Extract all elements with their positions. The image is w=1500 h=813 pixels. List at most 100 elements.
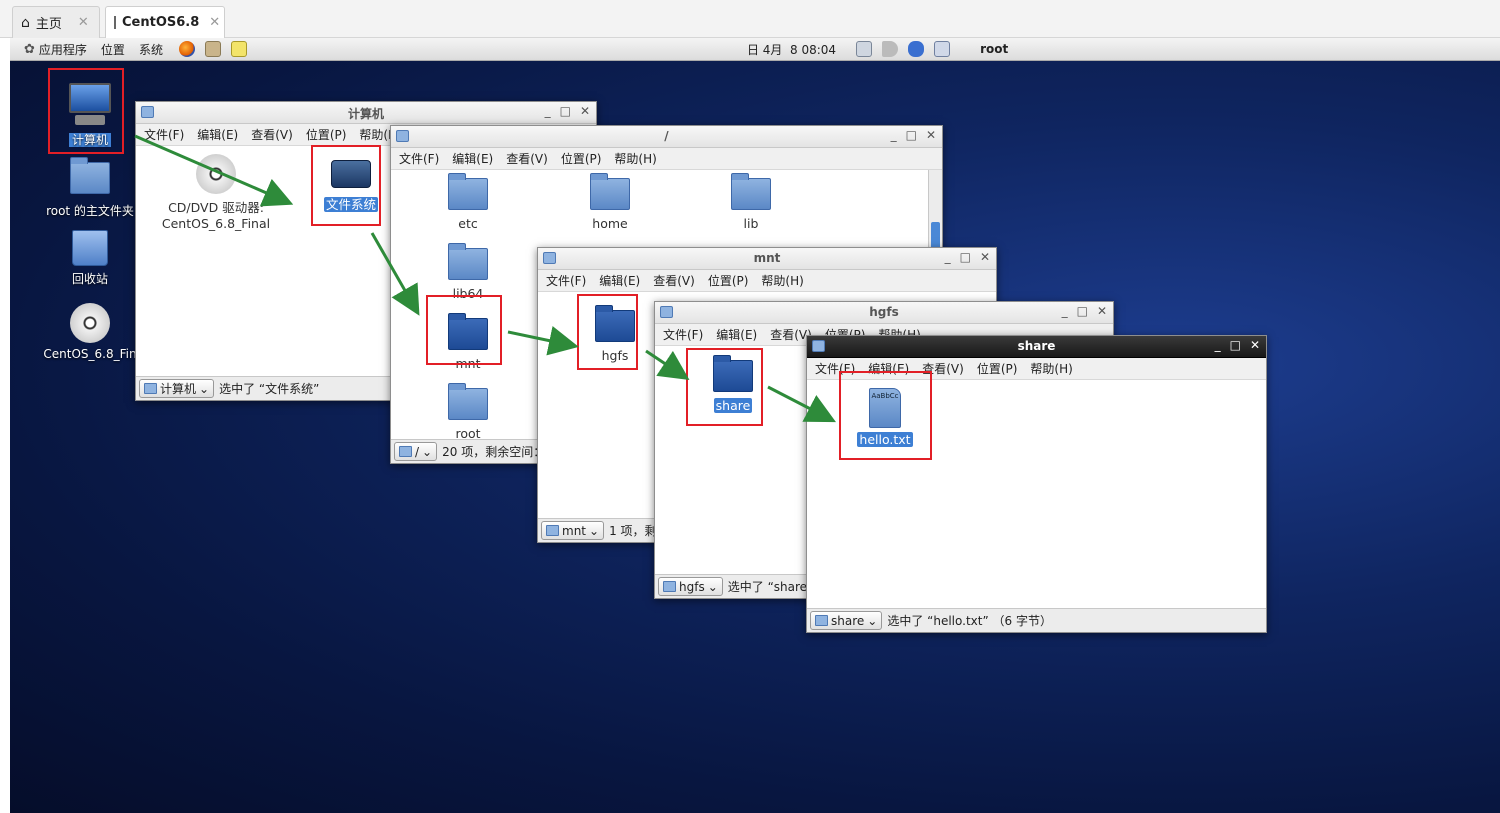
menu-places[interactable]: 位置(P) — [977, 360, 1018, 377]
menu-file[interactable]: 文件(F) — [546, 272, 586, 289]
folder-icon — [546, 525, 559, 536]
volume-icon[interactable] — [882, 41, 899, 57]
menu-file[interactable]: 文件(F) — [663, 326, 703, 343]
menu-view[interactable]: 查看(V) — [653, 272, 695, 289]
close-icon[interactable]: ✕ — [1097, 304, 1107, 318]
location-label: / — [415, 444, 420, 459]
network-icon[interactable] — [856, 41, 873, 57]
desktop-icon-trash[interactable]: 回收站 — [35, 230, 145, 287]
maximize-icon[interactable]: □ — [560, 104, 571, 118]
menu-view[interactable]: 查看(V) — [506, 150, 548, 167]
desktop-icon-dvd[interactable]: CentOS_6.8_Fin — [35, 303, 145, 361]
menu-file[interactable]: 文件(F) — [144, 126, 184, 143]
desktop-label-computer: 计算机 — [68, 133, 111, 147]
item-hello-txt[interactable]: AaBbCc hello.txt — [837, 388, 933, 447]
close-icon[interactable]: ✕ — [580, 104, 590, 118]
item-etc[interactable]: etc — [420, 173, 516, 231]
gnome-foot-icon: ✿ — [24, 41, 35, 57]
menu-edit[interactable]: 编辑(E) — [716, 326, 757, 343]
close-icon[interactable]: ✕ — [78, 15, 89, 30]
menu-edit[interactable]: 编辑(E) — [599, 272, 640, 289]
tab-centos[interactable]: CentOS6.8 ✕ — [105, 6, 225, 38]
applications-menu[interactable]: ✿ 应用程序 — [24, 41, 87, 58]
status-text: 选中了 “hello.txt” （6 字节） — [887, 614, 1052, 628]
harddisk-icon — [331, 160, 371, 188]
minimize-icon[interactable]: _ — [945, 250, 951, 264]
menu-places[interactable]: 位置(P) — [306, 126, 347, 143]
item-label: hello.txt — [857, 432, 913, 447]
minimize-icon[interactable]: _ — [891, 128, 897, 142]
item-dvd-label-2: CentOS_6.8_Final — [161, 216, 271, 231]
location-button[interactable]: / ⌄ — [394, 442, 438, 461]
user-menu[interactable]: root — [980, 42, 1008, 56]
location-button[interactable]: share ⌄ — [810, 611, 883, 630]
location-button[interactable]: mnt ⌄ — [541, 521, 605, 540]
item-dvd[interactable]: CD/DVD 驱动器: CentOS_6.8_Final — [161, 154, 271, 231]
menu-places[interactable]: 位置(P) — [561, 150, 602, 167]
menu-help[interactable]: 帮助(H) — [1030, 360, 1072, 377]
firefox-icon[interactable] — [178, 41, 195, 57]
window-share[interactable]: share _ □ ✕ 文件(F) 编辑(E) 查看(V) 位置(P) 帮助(H) … — [806, 335, 1267, 633]
titlebar[interactable]: 计算机 _ □ ✕ — [136, 102, 596, 124]
note-icon[interactable] — [230, 41, 247, 57]
folder-icon — [448, 243, 488, 280]
minimize-icon[interactable]: _ — [1215, 338, 1221, 352]
maximize-icon[interactable]: □ — [1230, 338, 1241, 352]
desktop-icon-computer[interactable]: 计算机 — [35, 83, 145, 148]
close-icon[interactable]: ✕ — [926, 128, 936, 142]
item-mnt[interactable]: mnt — [420, 313, 516, 371]
item-filesystem[interactable]: 文件系统 — [316, 160, 386, 213]
item-filesystem-label: 文件系统 — [323, 197, 378, 212]
folder-icon — [595, 305, 635, 342]
places-menu[interactable]: 位置 — [101, 41, 125, 58]
location-button[interactable]: 计算机 ⌄ — [139, 379, 215, 398]
system-menu[interactable]: 系统 — [139, 41, 163, 58]
home-icon: ⌂ — [21, 14, 30, 31]
item-root[interactable]: root — [420, 383, 516, 441]
maximize-icon[interactable]: □ — [906, 128, 917, 142]
minimize-icon[interactable]: _ — [545, 104, 551, 118]
menu-file[interactable]: 文件(F) — [399, 150, 439, 167]
menu-view[interactable]: 查看(V) — [922, 360, 964, 377]
window-title: mnt — [753, 251, 781, 265]
close-icon[interactable]: ✕ — [209, 15, 220, 30]
titlebar[interactable]: share _ □ ✕ — [807, 336, 1266, 358]
item-home[interactable]: home — [562, 173, 658, 231]
menu-edit[interactable]: 编辑(E) — [197, 126, 238, 143]
bluetooth-icon[interactable] — [908, 41, 925, 57]
menu-help[interactable]: 帮助(H) — [761, 272, 803, 289]
network-manager-icon[interactable] — [934, 41, 951, 57]
titlebar[interactable]: / _ □ ✕ — [391, 126, 942, 148]
maximize-icon[interactable]: □ — [1077, 304, 1088, 318]
titlebar[interactable]: mnt _ □ ✕ — [538, 248, 996, 270]
close-icon[interactable]: ✕ — [1250, 338, 1260, 352]
titlebar[interactable]: hgfs _ □ ✕ — [655, 302, 1113, 324]
mail-icon[interactable] — [204, 41, 221, 57]
item-lib64[interactable]: lib64 — [420, 243, 516, 301]
menu-edit[interactable]: 编辑(E) — [868, 360, 909, 377]
desktop-icon-home[interactable]: root 的主文件夹 — [35, 157, 145, 219]
item-lib[interactable]: lib — [703, 173, 799, 231]
guest-desktop: ✿ 应用程序 位置 系统 日 4月 8 08:04 root 计算机 root … — [10, 38, 1500, 813]
chevron-down-icon: ⌄ — [867, 613, 878, 628]
close-icon[interactable]: ✕ — [980, 250, 990, 264]
item-label: etc — [458, 216, 478, 231]
location-label: share — [831, 613, 865, 628]
item-hgfs[interactable]: hgfs — [567, 305, 663, 363]
folder-icon — [590, 173, 630, 210]
location-button[interactable]: hgfs ⌄ — [658, 577, 723, 596]
applications-label: 应用程序 — [38, 42, 87, 57]
item-dvd-label: CD/DVD 驱动器: — [168, 200, 264, 215]
location-label: mnt — [562, 523, 586, 538]
maximize-icon[interactable]: □ — [960, 250, 971, 264]
menu-view[interactable]: 查看(V) — [251, 126, 293, 143]
menu-file[interactable]: 文件(F) — [815, 360, 855, 377]
tab-home[interactable]: ⌂ 主页 ✕ — [12, 6, 100, 38]
item-share[interactable]: share — [685, 355, 781, 413]
clock[interactable]: 日 4月 8 08:04 — [747, 41, 836, 58]
menu-places[interactable]: 位置(P) — [708, 272, 749, 289]
window-title: / — [664, 129, 669, 143]
minimize-icon[interactable]: _ — [1062, 304, 1068, 318]
menu-help[interactable]: 帮助(H) — [614, 150, 656, 167]
menu-edit[interactable]: 编辑(E) — [452, 150, 493, 167]
